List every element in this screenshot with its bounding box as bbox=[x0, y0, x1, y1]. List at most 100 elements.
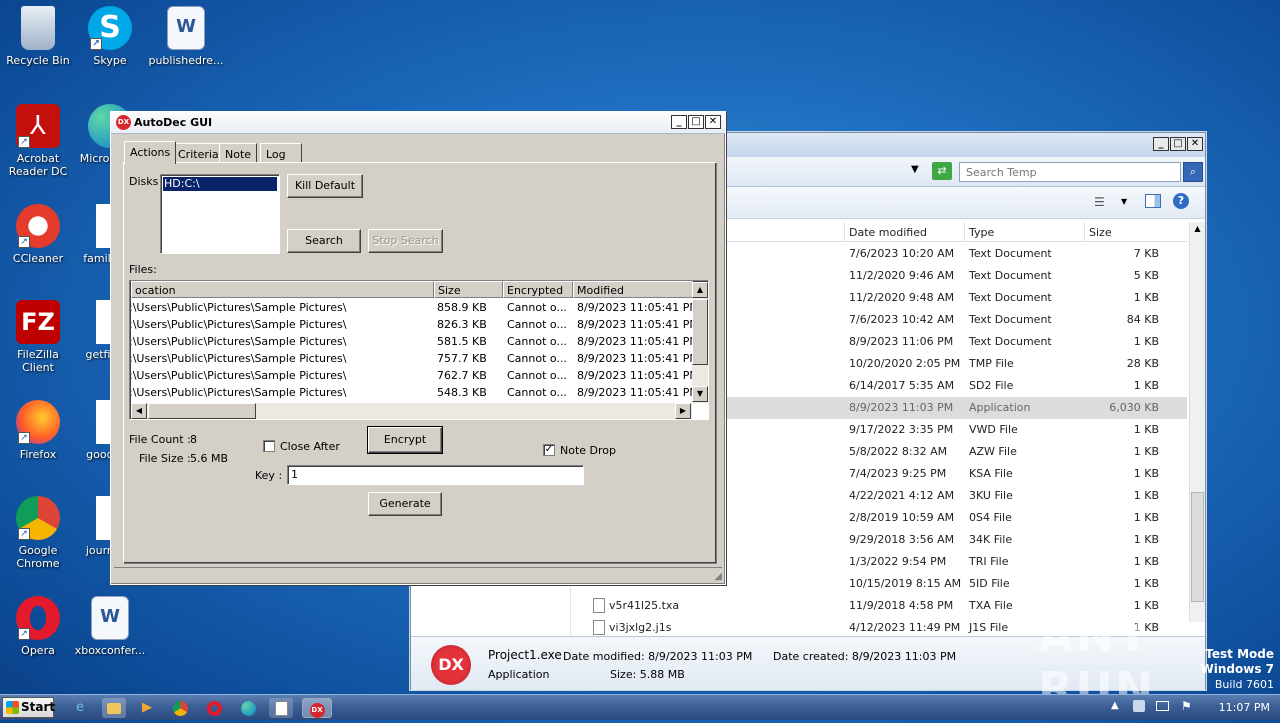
file-size: 28 KB bbox=[1126, 357, 1159, 370]
key-input[interactable]: 1 bbox=[287, 465, 584, 485]
chevron-down-icon[interactable]: ▼ bbox=[1121, 197, 1127, 206]
preview-pane-icon[interactable] bbox=[1145, 194, 1161, 208]
tab-note[interactable]: Note bbox=[219, 143, 258, 163]
scroll-up-arrow[interactable]: ▲ bbox=[1190, 222, 1205, 236]
explorer-icon[interactable] bbox=[102, 698, 126, 718]
row-modified: 8/9/2023 11:05:41 PM bbox=[577, 301, 693, 314]
horizontal-scrollbar[interactable]: ◀ ▶ bbox=[131, 403, 692, 419]
close-button[interactable]: ✕ bbox=[705, 115, 721, 129]
column-size[interactable]: Size bbox=[434, 281, 503, 298]
tray-expand-icon[interactable]: ▲ bbox=[1111, 700, 1119, 711]
help-icon[interactable]: ? bbox=[1173, 193, 1189, 209]
scroll-up-arrow[interactable]: ▲ bbox=[692, 282, 708, 298]
row-modified: 8/9/2023 11:05:41 PM bbox=[577, 386, 693, 399]
desktop-icon-label: FileZilla Client bbox=[17, 348, 59, 374]
scroll-thumb[interactable] bbox=[692, 299, 708, 365]
refresh-icon[interactable]: ⇄ bbox=[932, 162, 952, 180]
file-list-row[interactable]: :\Users\Public\Pictures\Sample Pictures\… bbox=[131, 384, 693, 401]
desktop-icon-filezilla[interactable]: FZ FileZilla Client bbox=[0, 300, 76, 374]
media-player-icon[interactable]: ▶ bbox=[135, 698, 159, 718]
chrome-icon[interactable] bbox=[168, 698, 192, 718]
column-location[interactable]: ocation bbox=[131, 281, 434, 298]
start-label: Start bbox=[21, 700, 56, 714]
column-date-modified[interactable]: Date modified bbox=[844, 222, 964, 242]
search-input[interactable] bbox=[959, 162, 1181, 182]
minimize-button[interactable]: _ bbox=[671, 115, 687, 129]
file-type: KSA File bbox=[969, 467, 1013, 480]
desktop-icon-xboxconfer[interactable]: W xboxconfer... bbox=[72, 596, 148, 657]
scroll-left-arrow[interactable]: ◀ bbox=[131, 403, 147, 419]
minimize-button[interactable]: _ bbox=[1153, 137, 1169, 151]
row-size: 581.5 KB bbox=[437, 335, 487, 348]
file-type: TMP File bbox=[969, 357, 1014, 370]
row-encrypted: Cannot o... bbox=[507, 386, 567, 399]
key-label: Key : bbox=[255, 469, 283, 482]
autodec-icon[interactable]: DX bbox=[302, 698, 332, 718]
close-button[interactable]: ✕ bbox=[1187, 137, 1203, 151]
vertical-scrollbar[interactable]: ▲ ▼ bbox=[692, 282, 708, 403]
file-list-row[interactable]: :\Users\Public\Pictures\Sample Pictures\… bbox=[131, 367, 693, 384]
clock[interactable]: 11:07 PM bbox=[1219, 701, 1270, 714]
view-options-icon[interactable]: ☰ bbox=[1094, 195, 1105, 209]
column-type[interactable]: Type bbox=[964, 222, 1084, 242]
column-encrypted[interactable]: Encrypted bbox=[503, 281, 573, 298]
chevron-down-icon[interactable]: ▼ bbox=[911, 164, 919, 175]
notepad-icon[interactable] bbox=[269, 698, 293, 718]
files-label: Files: bbox=[129, 263, 157, 276]
kill-default-button[interactable]: Kill Default bbox=[287, 174, 363, 198]
opera-icon[interactable] bbox=[202, 698, 226, 718]
column-size[interactable]: Size bbox=[1084, 222, 1188, 242]
file-date: 11/2/2020 9:46 AM bbox=[849, 269, 955, 282]
monitor-icon[interactable] bbox=[1156, 701, 1169, 711]
desktop-icon-opera[interactable]: ↗ Opera bbox=[0, 596, 76, 657]
disk-item[interactable]: HD:C:\ bbox=[163, 177, 277, 191]
file-list-row[interactable]: :\Users\Public\Pictures\Sample Pictures\… bbox=[131, 333, 693, 350]
disks-listbox[interactable]: HD:C:\ bbox=[160, 174, 280, 254]
file-list-row[interactable]: :\Users\Public\Pictures\Sample Pictures\… bbox=[131, 350, 693, 367]
tab-log[interactable]: Log bbox=[260, 143, 302, 163]
column-modified[interactable]: Modified bbox=[573, 281, 693, 298]
tab-criteria[interactable]: Criteria bbox=[172, 143, 225, 163]
flag-icon[interactable]: ⚑ bbox=[1181, 699, 1192, 713]
file-name: vi3jxlg2.j1s bbox=[609, 621, 672, 634]
search-button[interactable]: Search bbox=[287, 229, 361, 253]
desktop-icon-ccleaner[interactable]: ↗ CCleaner bbox=[0, 204, 76, 265]
desktop-icon-firefox[interactable]: ↗ Firefox bbox=[0, 400, 76, 461]
scroll-thumb[interactable] bbox=[1191, 492, 1204, 602]
ie-icon[interactable]: e bbox=[68, 698, 92, 718]
resize-grip-icon[interactable]: ◢ bbox=[714, 571, 722, 582]
desktop-icon-skype[interactable]: S ↗ Skype bbox=[72, 6, 148, 67]
desktop-icon-publishedre[interactable]: W publishedre... bbox=[148, 6, 224, 67]
start-button[interactable]: Start bbox=[2, 697, 56, 718]
stop-search-button[interactable]: Stop Search bbox=[368, 229, 443, 253]
close-after-checkbox[interactable] bbox=[263, 440, 275, 452]
network-icon[interactable] bbox=[1133, 700, 1145, 712]
note-drop-checkbox[interactable]: ✓ bbox=[543, 444, 555, 456]
edge-icon[interactable] bbox=[236, 698, 260, 718]
scroll-down-arrow[interactable]: ▼ bbox=[692, 386, 708, 402]
file-date: 7/6/2023 10:42 AM bbox=[849, 313, 955, 326]
maximize-button[interactable]: □ bbox=[1170, 137, 1186, 151]
generate-button[interactable]: Generate bbox=[368, 492, 442, 516]
file-list-row[interactable]: :\Users\Public\Pictures\Sample Pictures\… bbox=[131, 316, 693, 333]
desktop-icon-acrobat[interactable]: ⅄ ↗ Acrobat Reader DC bbox=[0, 104, 76, 178]
file-type: Text Document bbox=[969, 335, 1052, 348]
maximize-button[interactable]: □ bbox=[688, 115, 704, 129]
scroll-thumb[interactable] bbox=[148, 403, 256, 419]
file-date: 9/29/2018 3:56 AM bbox=[849, 533, 955, 546]
scroll-right-arrow[interactable]: ▶ bbox=[675, 403, 691, 419]
file-list-row[interactable]: :\Users\Public\Pictures\Sample Pictures\… bbox=[131, 299, 693, 316]
tab-actions[interactable]: Actions bbox=[124, 141, 177, 164]
row-encrypted: Cannot o... bbox=[507, 318, 567, 331]
desktop-icon-recycle-bin[interactable]: Recycle Bin bbox=[0, 6, 76, 67]
file-date: 10/15/2019 8:15 AM bbox=[849, 577, 962, 590]
vertical-scrollbar[interactable]: ▲ bbox=[1189, 222, 1205, 622]
file-date: 11/9/2018 4:58 PM bbox=[849, 599, 954, 612]
desktop-icon-chrome[interactable]: ↗ Google Chrome bbox=[0, 496, 76, 570]
desktop-icon-label: xboxconfer... bbox=[74, 644, 146, 657]
search-icon[interactable]: ⌕ bbox=[1183, 162, 1203, 182]
file-type: AZW File bbox=[969, 445, 1017, 458]
files-listview[interactable]: ocation Size Encrypted Modified :\Users\… bbox=[129, 280, 709, 420]
window-title: AutoDec GUI bbox=[134, 116, 213, 129]
encrypt-button[interactable]: Encrypt bbox=[367, 426, 443, 454]
